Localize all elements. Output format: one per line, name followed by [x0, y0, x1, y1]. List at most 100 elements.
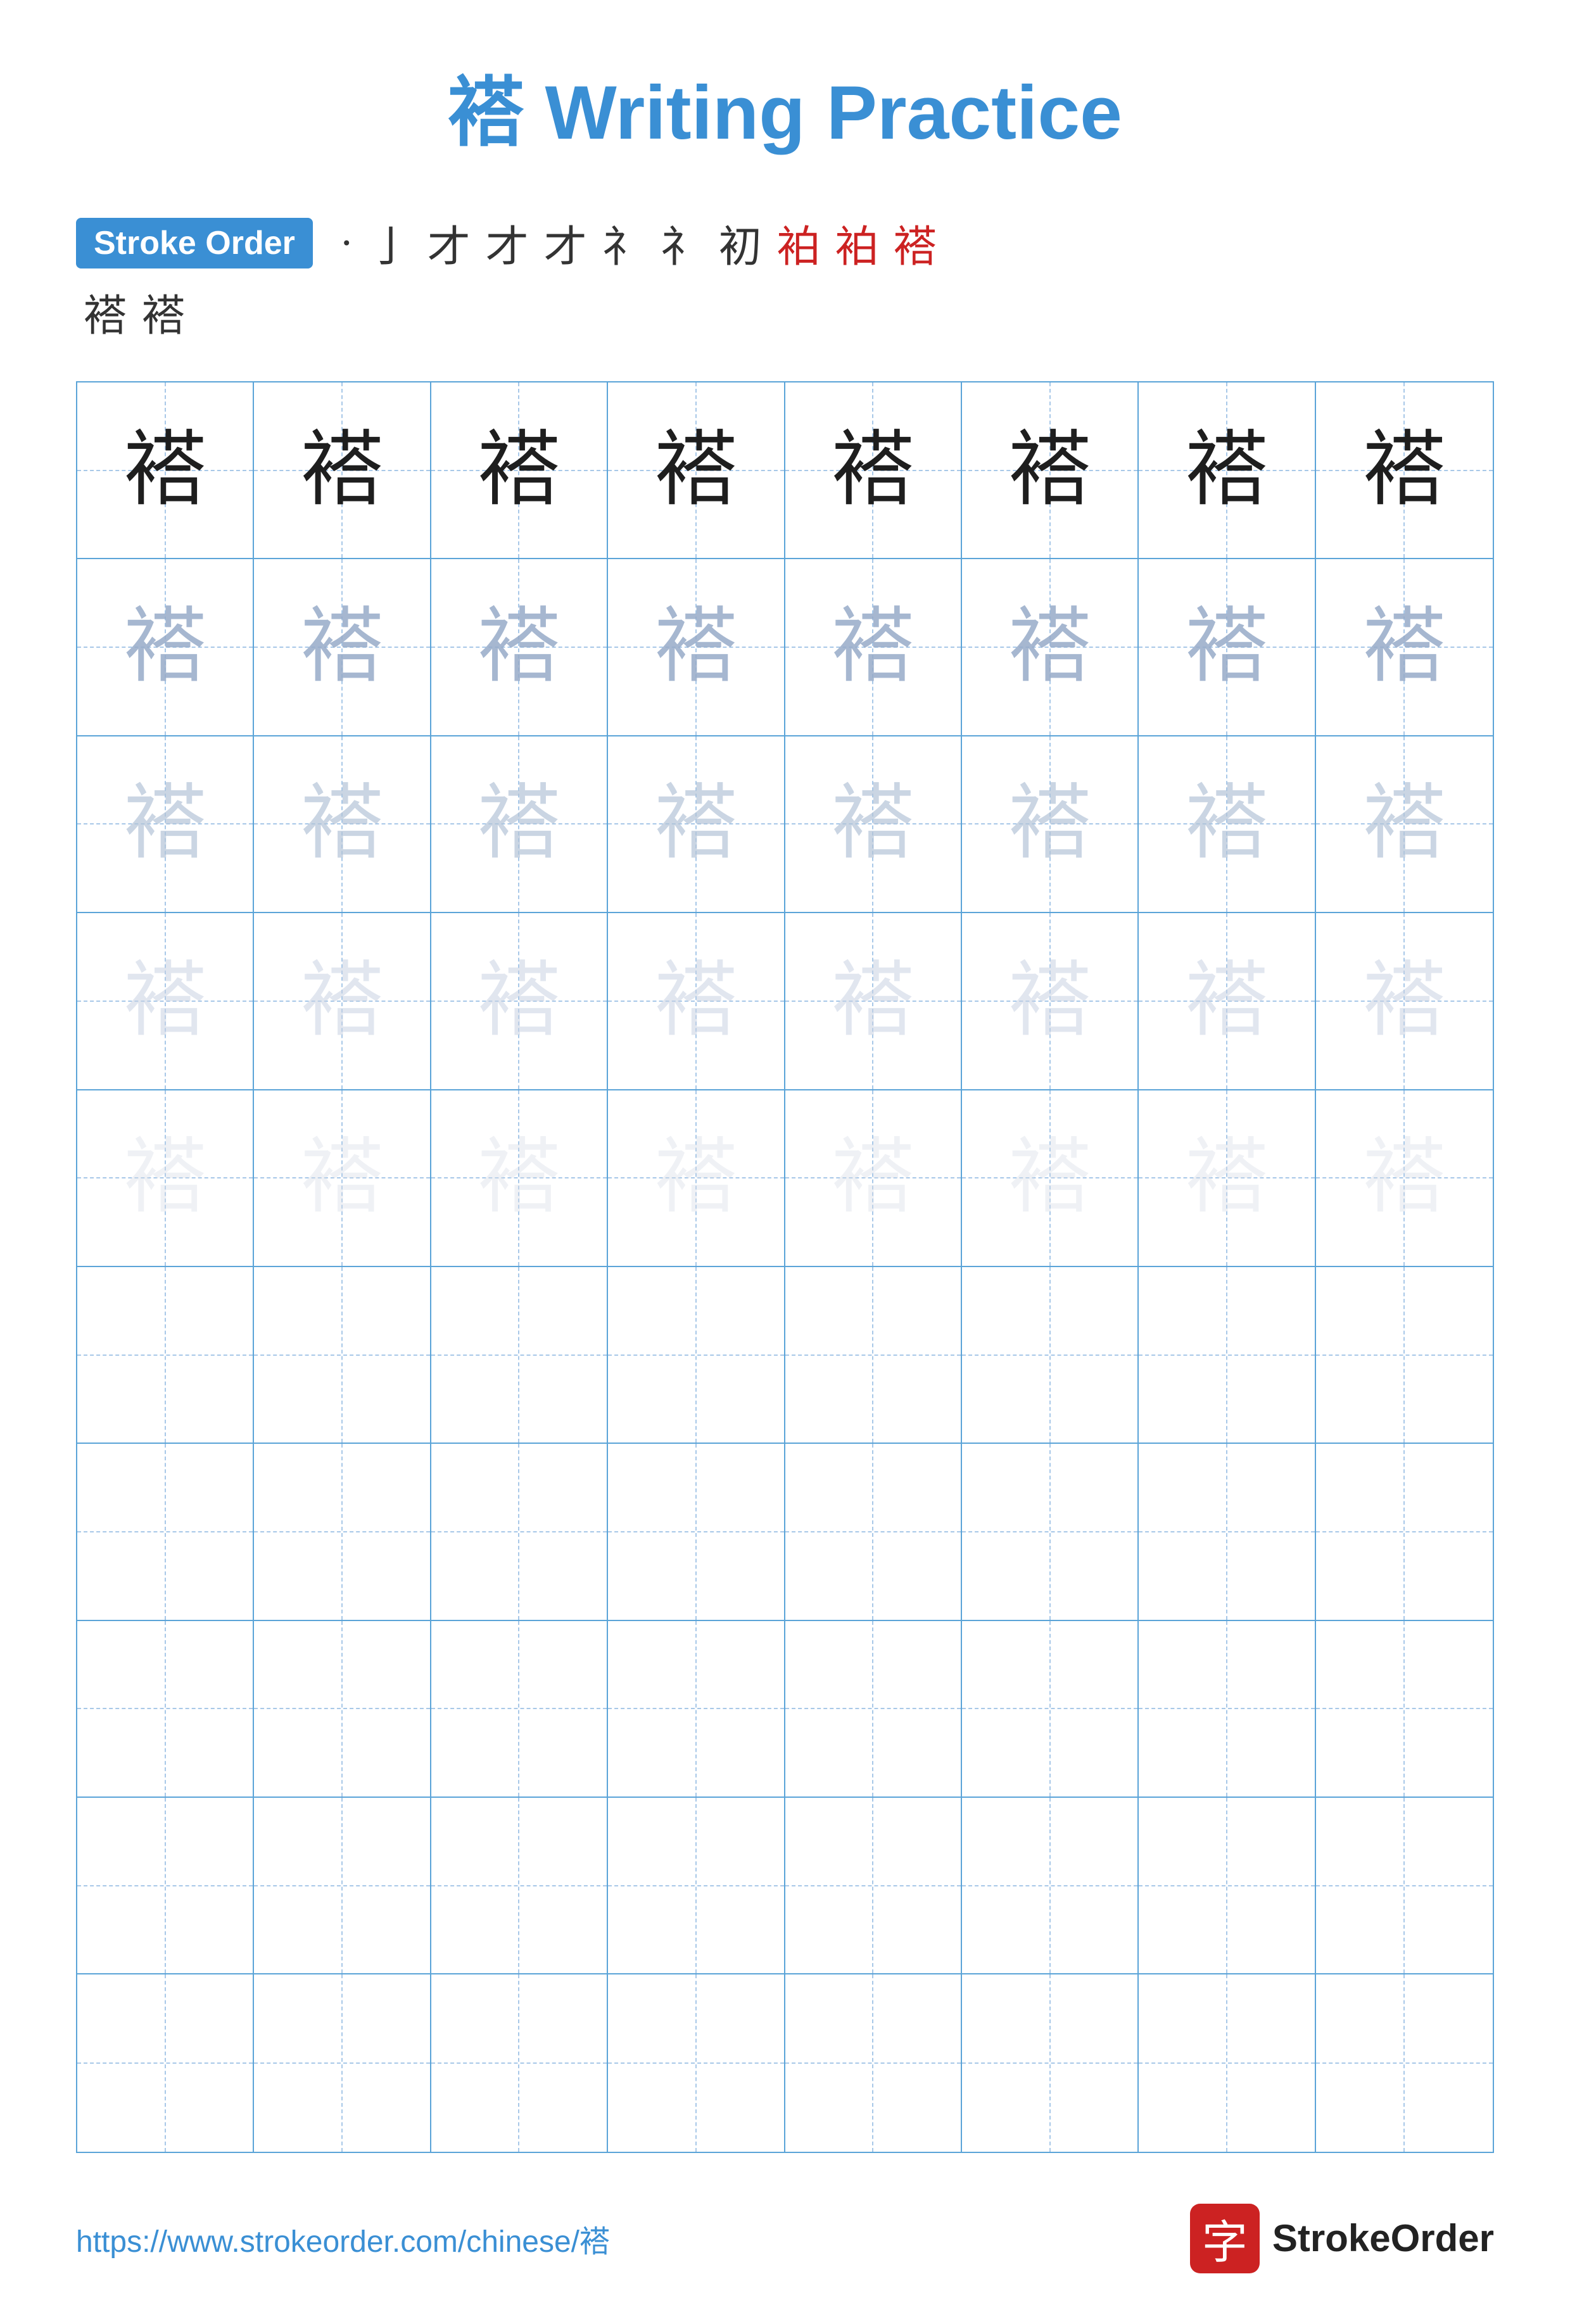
practice-char: 褡	[301, 429, 383, 512]
grid-cell[interactable]: 褡	[962, 913, 1139, 1090]
grid-row: 褡褡褡褡褡褡褡褡	[77, 382, 1493, 559]
grid-cell[interactable]	[608, 1798, 785, 1974]
grid-cell[interactable]	[77, 1974, 254, 2151]
grid-cell[interactable]	[1139, 1444, 1315, 1620]
grid-cell[interactable]: 褡	[785, 559, 962, 736]
grid-cell[interactable]	[962, 1974, 1139, 2151]
grid-cell[interactable]: 褡	[77, 913, 254, 1090]
grid-cell[interactable]: 褡	[1316, 736, 1493, 913]
grid-cell[interactable]: 褡	[1139, 913, 1315, 1090]
grid-cell[interactable]: 褡	[785, 736, 962, 913]
grid-cell[interactable]: 褡	[962, 559, 1139, 736]
grid-cell[interactable]	[608, 1267, 785, 1444]
grid-cell[interactable]: 褡	[77, 382, 254, 559]
grid-cell[interactable]: 褡	[77, 1090, 254, 1267]
grid-cell[interactable]	[1139, 1798, 1315, 1974]
grid-cell[interactable]	[1316, 1974, 1493, 2151]
grid-cell[interactable]: 褡	[431, 736, 608, 913]
practice-char: 褡	[832, 960, 914, 1042]
grid-cell[interactable]: 褡	[254, 913, 431, 1090]
grid-cell[interactable]: 褡	[1139, 1090, 1315, 1267]
grid-cell[interactable]: 褡	[608, 1090, 785, 1267]
grid-cell[interactable]	[1139, 1621, 1315, 1798]
practice-char: 褡	[124, 429, 206, 512]
practice-char: 褡	[832, 606, 914, 688]
grid-cell[interactable]: 褡	[431, 382, 608, 559]
grid-cell[interactable]	[431, 1798, 608, 1974]
practice-char: 褡	[1009, 429, 1091, 512]
grid-cell[interactable]: 褡	[608, 913, 785, 1090]
practice-char: 褡	[301, 783, 383, 865]
stroke-row2-1: 褡	[84, 281, 127, 343]
grid-cell[interactable]	[77, 1444, 254, 1620]
grid-cell[interactable]	[608, 1974, 785, 2151]
grid-cell[interactable]	[77, 1621, 254, 1798]
grid-cell[interactable]	[962, 1267, 1139, 1444]
grid-cell[interactable]: 褡	[1139, 559, 1315, 736]
grid-cell[interactable]: 褡	[77, 559, 254, 736]
grid-cell[interactable]	[1139, 1267, 1315, 1444]
grid-cell[interactable]: 褡	[962, 736, 1139, 913]
grid-cell[interactable]: 褡	[608, 382, 785, 559]
grid-row	[77, 1621, 1493, 1798]
grid-cell[interactable]: 褡	[785, 382, 962, 559]
grid-cell[interactable]	[254, 1444, 431, 1620]
stroke-1: ·	[339, 218, 354, 268]
grid-cell[interactable]	[254, 1267, 431, 1444]
grid-cell[interactable]	[1316, 1798, 1493, 1974]
grid-cell[interactable]	[1316, 1621, 1493, 1798]
grid-cell[interactable]	[1316, 1267, 1493, 1444]
grid-cell[interactable]: 褡	[608, 736, 785, 913]
practice-grid: 褡褡褡褡褡褡褡褡褡褡褡褡褡褡褡褡褡褡褡褡褡褡褡褡褡褡褡褡褡褡褡褡褡褡褡褡褡褡褡褡	[76, 381, 1494, 2153]
practice-char: 褡	[1186, 606, 1268, 688]
grid-cell[interactable]	[254, 1974, 431, 2151]
grid-cell[interactable]: 褡	[254, 736, 431, 913]
grid-cell[interactable]	[962, 1798, 1139, 1974]
practice-char: 褡	[124, 783, 206, 865]
grid-cell[interactable]: 褡	[431, 1090, 608, 1267]
grid-row: 褡褡褡褡褡褡褡褡	[77, 1090, 1493, 1267]
grid-cell[interactable]: 褡	[254, 382, 431, 559]
grid-cell[interactable]	[1139, 1974, 1315, 2151]
practice-char: 褡	[1009, 1137, 1091, 1219]
grid-cell[interactable]	[1316, 1444, 1493, 1620]
grid-cell[interactable]	[962, 1444, 1139, 1620]
practice-char: 褡	[478, 960, 560, 1042]
grid-cell[interactable]	[431, 1974, 608, 2151]
grid-cell[interactable]	[785, 1267, 962, 1444]
grid-cell[interactable]	[77, 1798, 254, 1974]
grid-cell[interactable]	[785, 1974, 962, 2151]
stroke-order-section: Stroke Order · 亅 才 才 才 礻 礻 初 袙 袙 褡 褡 褡	[76, 212, 1494, 343]
practice-char: 褡	[1009, 606, 1091, 688]
grid-cell[interactable]	[431, 1267, 608, 1444]
grid-cell[interactable]: 褡	[1139, 736, 1315, 913]
grid-cell[interactable]	[608, 1444, 785, 1620]
grid-cell[interactable]: 褡	[431, 559, 608, 736]
footer-url[interactable]: https://www.strokeorder.com/chinese/褡	[76, 2216, 610, 2261]
grid-cell[interactable]	[785, 1444, 962, 1620]
practice-char: 褡	[1009, 960, 1091, 1042]
grid-cell[interactable]: 褡	[608, 559, 785, 736]
grid-cell[interactable]	[962, 1621, 1139, 1798]
grid-cell[interactable]: 褡	[254, 559, 431, 736]
grid-cell[interactable]: 褡	[254, 1090, 431, 1267]
grid-cell[interactable]: 褡	[1139, 382, 1315, 559]
grid-cell[interactable]	[608, 1621, 785, 1798]
grid-cell[interactable]	[254, 1621, 431, 1798]
grid-cell[interactable]	[785, 1621, 962, 1798]
grid-cell[interactable]: 褡	[962, 1090, 1139, 1267]
grid-cell[interactable]	[254, 1798, 431, 1974]
grid-cell[interactable]	[431, 1621, 608, 1798]
grid-cell[interactable]: 褡	[431, 913, 608, 1090]
grid-cell[interactable]: 褡	[77, 736, 254, 913]
grid-cell[interactable]	[785, 1798, 962, 1974]
grid-cell[interactable]: 褡	[1316, 913, 1493, 1090]
grid-cell[interactable]: 褡	[962, 382, 1139, 559]
grid-cell[interactable]: 褡	[1316, 559, 1493, 736]
grid-cell[interactable]: 褡	[785, 1090, 962, 1267]
grid-cell[interactable]: 褡	[785, 913, 962, 1090]
grid-cell[interactable]	[77, 1267, 254, 1444]
grid-cell[interactable]	[431, 1444, 608, 1620]
grid-cell[interactable]: 褡	[1316, 382, 1493, 559]
grid-cell[interactable]: 褡	[1316, 1090, 1493, 1267]
